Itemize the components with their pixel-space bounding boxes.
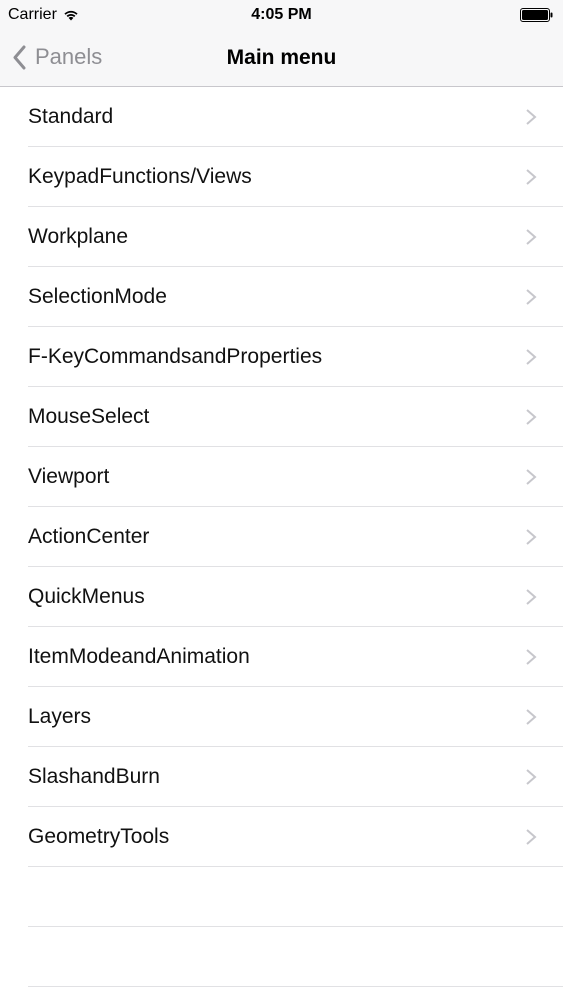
menu-item-selection-mode[interactable]: SelectionMode <box>0 267 563 327</box>
menu-item-slash-and-burn[interactable]: SlashandBurn <box>0 747 563 807</box>
menu-item-label: Viewport <box>28 465 110 488</box>
status-bar: Carrier 4:05 PM <box>0 0 563 30</box>
page-title: Main menu <box>226 46 337 69</box>
chevron-right-icon <box>526 349 537 365</box>
menu-item-quick-menus[interactable]: QuickMenus <box>0 567 563 627</box>
chevron-right-icon <box>526 169 537 185</box>
menu-item-label: ItemModeandAnimation <box>28 645 250 668</box>
chevron-right-icon <box>526 229 537 245</box>
menu-item-label: SelectionMode <box>28 285 167 308</box>
chevron-right-icon <box>526 469 537 485</box>
main-menu-list: Standard KeypadFunctions/Views Workplane… <box>0 87 563 987</box>
chevron-right-icon <box>526 529 537 545</box>
menu-item-action-center[interactable]: ActionCenter <box>0 507 563 567</box>
menu-item-viewport[interactable]: Viewport <box>0 447 563 507</box>
menu-item-label: SlashandBurn <box>28 765 160 788</box>
chevron-right-icon <box>526 289 537 305</box>
battery-icon <box>520 8 553 22</box>
menu-item-standard[interactable]: Standard <box>0 87 563 147</box>
menu-item-label: KeypadFunctions/Views <box>28 165 252 188</box>
menu-item-label: GeometryTools <box>28 825 170 848</box>
navigation-bar: Panels Main menu <box>0 30 563 86</box>
menu-item-label: MouseSelect <box>28 405 150 428</box>
menu-item-keypad-functions-views[interactable]: KeypadFunctions/Views <box>0 147 563 207</box>
empty-table-row <box>0 927 563 987</box>
chevron-right-icon <box>526 829 537 845</box>
chevron-right-icon <box>526 769 537 785</box>
chevron-right-icon <box>526 109 537 125</box>
empty-table-row <box>0 867 563 927</box>
menu-item-label: F-KeyCommandsandProperties <box>28 345 323 368</box>
menu-item-geometry-tools[interactable]: GeometryTools <box>0 807 563 867</box>
menu-item-workplane[interactable]: Workplane <box>0 207 563 267</box>
status-time: 4:05 PM <box>251 6 312 23</box>
menu-item-label: Layers <box>28 705 92 728</box>
menu-item-label: ActionCenter <box>28 525 150 548</box>
menu-item-mouse-select[interactable]: MouseSelect <box>0 387 563 447</box>
menu-item-layers[interactable]: Layers <box>0 687 563 747</box>
chevron-right-icon <box>526 709 537 725</box>
top-bar: Carrier 4:05 PM Panels Main menu <box>0 0 563 87</box>
chevron-right-icon <box>526 649 537 665</box>
menu-item-label: Standard <box>28 105 114 128</box>
menu-item-f-key-commands-and-properties[interactable]: F-KeyCommandsandProperties <box>0 327 563 387</box>
menu-item-label: Workplane <box>28 225 128 248</box>
chevron-right-icon <box>526 409 537 425</box>
chevron-right-icon <box>526 589 537 605</box>
menu-item-label: QuickMenus <box>28 585 145 608</box>
menu-item-item-mode-and-animation[interactable]: ItemModeandAnimation <box>0 627 563 687</box>
